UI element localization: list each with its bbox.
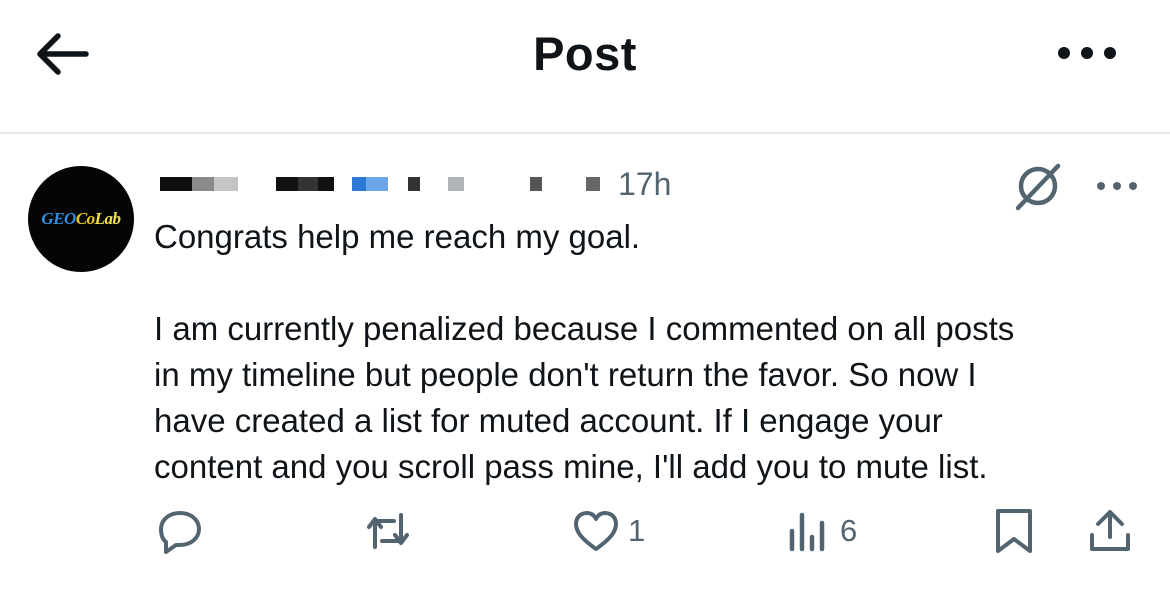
top-bar: Post bbox=[0, 0, 1170, 134]
post-text-line: content and you scroll pass mine, I'll a… bbox=[154, 448, 988, 485]
page-title: Post bbox=[533, 27, 637, 80]
more-options-button[interactable] bbox=[1052, 38, 1122, 68]
post-text-line: I am currently penalized because I comme… bbox=[154, 310, 1015, 347]
post-timestamp[interactable]: 17h bbox=[618, 166, 671, 203]
views-icon bbox=[789, 512, 825, 552]
post-text-line: in my timeline but people don't return t… bbox=[154, 356, 977, 393]
avatar[interactable]: GEOCoLab bbox=[28, 166, 134, 272]
post-text-line: have created a list for muted account. I… bbox=[154, 402, 943, 439]
views-count: 6 bbox=[840, 513, 858, 548]
views-button[interactable]: 6 bbox=[784, 506, 857, 556]
more-horizontal-icon bbox=[1058, 47, 1116, 59]
post-more-options-button[interactable] bbox=[1094, 176, 1140, 196]
share-button[interactable] bbox=[1086, 506, 1134, 556]
repost-button[interactable] bbox=[364, 506, 412, 556]
like-count: 1 bbox=[628, 513, 646, 548]
repost-icon bbox=[367, 513, 409, 549]
more-horizontal-icon bbox=[1097, 182, 1137, 190]
post-text-line: Congrats help me reach my goal. bbox=[154, 218, 641, 255]
post-text: Congrats help me reach my goal. I am cur… bbox=[154, 214, 1144, 490]
post: GEOCoLab 17h Congrats help me reach my g… bbox=[0, 136, 1170, 596]
bookmark-button[interactable] bbox=[990, 506, 1038, 556]
grok-icon bbox=[1015, 163, 1061, 211]
like-button[interactable]: 1 bbox=[572, 506, 645, 556]
share-icon bbox=[1090, 510, 1130, 551]
post-action-bar: 1 6 bbox=[0, 500, 1170, 560]
reply-button[interactable] bbox=[156, 506, 204, 556]
bookmark-icon bbox=[996, 509, 1032, 553]
reply-icon bbox=[159, 511, 201, 554]
avatar-logo-text: GEOCoLab bbox=[41, 209, 121, 228]
heart-icon bbox=[574, 511, 618, 551]
grok-button[interactable] bbox=[1010, 158, 1066, 214]
